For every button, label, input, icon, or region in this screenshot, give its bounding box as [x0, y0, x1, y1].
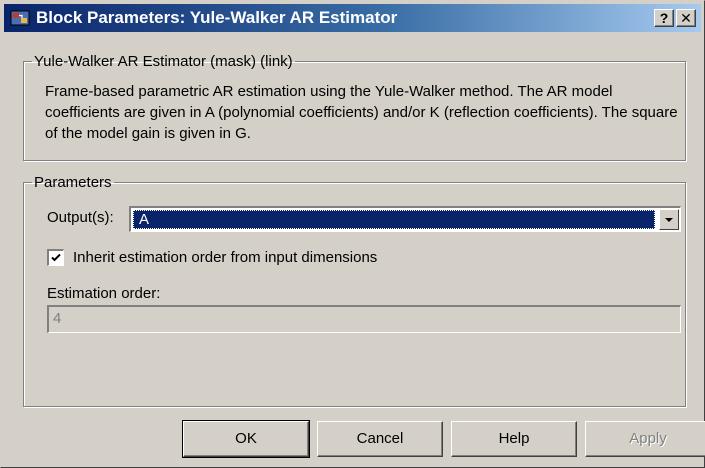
window-title: Block Parameters: Yule-Walker AR Estimat… — [36, 8, 398, 27]
title-bar[interactable]: Block Parameters: Yule-Walker AR Estimat… — [4, 4, 701, 32]
close-button[interactable]: ✕ — [676, 9, 696, 27]
title-help-button[interactable]: ? — [654, 9, 674, 27]
apply-button[interactable]: Apply — [585, 421, 705, 457]
cancel-button[interactable]: Cancel — [317, 421, 443, 457]
output-select[interactable]: A — [129, 206, 681, 232]
chevron-down-icon[interactable] — [659, 209, 679, 230]
estimation-order-label: Estimation order: — [47, 285, 161, 302]
inherit-order-label[interactable]: Inherit estimation order from input dime… — [73, 249, 377, 266]
dialog-window: Block Parameters: Yule-Walker AR Estimat… — [0, 0, 705, 468]
simulink-block-icon — [10, 9, 30, 27]
estimation-order-field[interactable]: 4 — [47, 305, 681, 333]
close-icon: ✕ — [680, 10, 692, 26]
parameters-group-title: Parameters — [34, 174, 112, 191]
output-select-value: A — [133, 210, 655, 229]
inherit-order-checkbox[interactable] — [47, 249, 64, 266]
help-button[interactable]: Help — [451, 421, 577, 457]
description-group-title: Yule-Walker AR Estimator (mask) (link) — [34, 53, 293, 70]
ok-button[interactable]: OK — [182, 420, 310, 458]
check-icon — [51, 253, 61, 262]
block-description: Frame-based parametric AR estimation usi… — [45, 83, 678, 142]
output-label: Output(s): — [47, 209, 114, 226]
